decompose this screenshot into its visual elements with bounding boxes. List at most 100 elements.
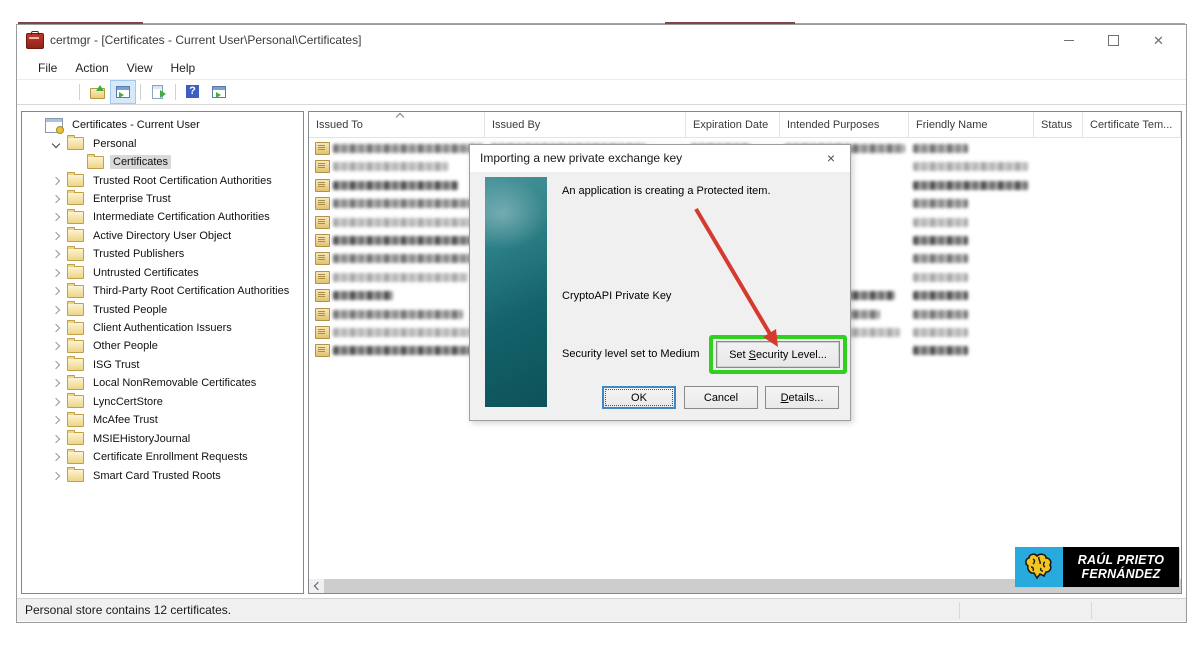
column-label: Expiration Date [693,119,768,131]
set-security-level-button[interactable]: Set Security Level... [716,341,840,368]
chevron-right-icon[interactable] [52,416,60,424]
certificate-icon [315,197,330,210]
folder-icon [67,451,84,464]
export-list-button[interactable] [145,80,171,104]
sidebar-item-label: Local NonRemovable Certificates [90,376,259,390]
chevron-right-icon[interactable] [52,434,60,442]
chevron-right-icon[interactable] [52,305,60,313]
cancel-button[interactable]: Cancel [684,386,758,409]
sidebar-item-personal[interactable]: Personal [22,134,303,152]
chevron-right-icon[interactable] [52,176,60,184]
sidebar-item-active-directory-user-object[interactable]: Active Directory User Object [22,227,303,245]
menu-help[interactable]: Help [162,58,205,78]
sidebar-item-label: Trusted Root Certification Authorities [90,174,275,188]
column-header-expiration-date[interactable]: Expiration Date [686,112,780,137]
sidebar-item-other-people[interactable]: Other People [22,337,303,355]
back-arrow-icon [28,84,44,100]
sidebar-item-local-nonremovable-certificates[interactable]: Local NonRemovable Certificates [22,374,303,392]
title-bar[interactable]: certmgr - [Certificates - Current User\P… [17,25,1186,56]
sidebar-item-label: Intermediate Certification Authorities [90,210,273,224]
sidebar-item-label: Enterprise Trust [90,192,174,206]
folder-icon [67,192,84,205]
redacted-cell [333,310,463,319]
ok-button[interactable]: OK [602,386,676,409]
sidebar-item-label: Other People [90,339,161,353]
chevron-right-icon[interactable] [52,361,60,369]
toolbar-separator [79,84,80,100]
sidebar-item-trusted-publishers[interactable]: Trusted Publishers [22,245,303,263]
chevron-right-icon[interactable] [52,250,60,258]
list-column-headers: Issued To Issued By Expiration Date Intende… [309,112,1181,138]
menu-action[interactable]: Action [66,58,117,78]
sidebar-item-third-party-root-certification-authorities[interactable]: Third-Party Root Certification Authoriti… [22,282,303,300]
sidebar-item-label: Client Authentication Issuers [90,321,235,335]
minimize-button[interactable] [1046,25,1091,56]
folder-icon [67,211,84,224]
column-header-issued-by[interactable]: Issued By [485,112,686,137]
column-header-friendly-name[interactable]: Friendly Name [909,112,1034,137]
column-header-intended-purposes[interactable]: Intended Purposes [780,112,909,137]
column-header-certificate-tem-[interactable]: Certificate Tem... [1083,112,1181,137]
help-button[interactable] [180,80,206,104]
redacted-cell [913,236,968,245]
sidebar-item-certificates[interactable]: Certificates [22,153,303,171]
sidebar-item-untrusted-certificates[interactable]: Untrusted Certificates [22,264,303,282]
sidebar-item-intermediate-certification-authorities[interactable]: Intermediate Certification Authorities [22,208,303,226]
sidebar-item-label: Smart Card Trusted Roots [90,469,224,483]
sidebar-item-label: Trusted People [90,303,170,317]
chevron-down-icon[interactable] [52,139,60,147]
sidebar-item-isg-trust[interactable]: ISG Trust [22,356,303,374]
new-window-button[interactable] [206,80,232,104]
chevron-right-icon[interactable] [52,324,60,332]
sidebar-item-enterprise-trust[interactable]: Enterprise Trust [22,190,303,208]
certificate-icon [315,308,330,321]
back-arrow-button[interactable] [23,80,49,104]
menu-view[interactable]: View [118,58,162,78]
sidebar-item-label: Active Directory User Object [90,229,234,243]
chevron-right-icon[interactable] [52,453,60,461]
column-header-status[interactable]: Status [1034,112,1083,137]
console-tree-button[interactable] [110,80,136,104]
sidebar-item-label: McAfee Trust [90,413,161,427]
folder-icon [67,340,84,353]
redacted-cell [333,181,458,190]
chevron-right-icon[interactable] [52,398,60,406]
sidebar-item-certificate-enrollment-requests[interactable]: Certificate Enrollment Requests [22,448,303,466]
maximize-button[interactable] [1091,25,1136,56]
close-button[interactable]: ✕ [1136,25,1181,56]
redacted-cell [913,328,968,337]
sidebar-item-mcafee-trust[interactable]: McAfee Trust [22,411,303,429]
sidebar-item-smart-card-trusted-roots[interactable]: Smart Card Trusted Roots [22,466,303,484]
chevron-right-icon[interactable] [52,287,60,295]
certificate-icon [315,216,330,229]
up-folder-button[interactable] [84,80,110,104]
chevron-right-icon[interactable] [52,195,60,203]
sidebar-item-trusted-people[interactable]: Trusted People [22,300,303,318]
folder-icon [67,395,84,408]
chevron-right-icon[interactable] [52,471,60,479]
brain-icon [1015,547,1063,587]
menu-file[interactable]: File [29,58,66,78]
column-label: Issued By [492,119,540,131]
sidebar-item-trusted-root-certification-authorities[interactable]: Trusted Root Certification Authorities [22,171,303,189]
certificate-tree-pane[interactable]: Certificates - Current UserPersonalCerti… [21,111,304,594]
chevron-right-icon[interactable] [52,232,60,240]
forward-arrow-button[interactable] [49,80,75,104]
sidebar-item-lynccertstore[interactable]: LyncCertStore [22,393,303,411]
chevron-right-icon[interactable] [52,379,60,387]
sidebar-item-label: LyncCertStore [90,395,166,409]
column-header-issued-to[interactable]: Issued To [309,112,485,137]
sidebar-item-certificates-current-user[interactable]: Certificates - Current User [22,116,303,134]
chevron-right-icon[interactable] [52,213,60,221]
sidebar-item-label: ISG Trust [90,358,142,372]
redacted-cell [333,254,473,263]
dialog-close-button[interactable]: × [822,149,840,167]
scroll-left-button[interactable] [309,579,324,593]
sidebar-item-client-authentication-issuers[interactable]: Client Authentication Issuers [22,319,303,337]
chevron-right-icon[interactable] [52,268,60,276]
redacted-cell [913,162,1028,171]
chevron-right-icon[interactable] [52,342,60,350]
details-button[interactable]: Details... [765,386,839,409]
sidebar-item-msiehistoryjournal[interactable]: MSIEHistoryJournal [22,429,303,447]
dialog-title-bar[interactable]: Importing a new private exchange key × [470,145,850,173]
